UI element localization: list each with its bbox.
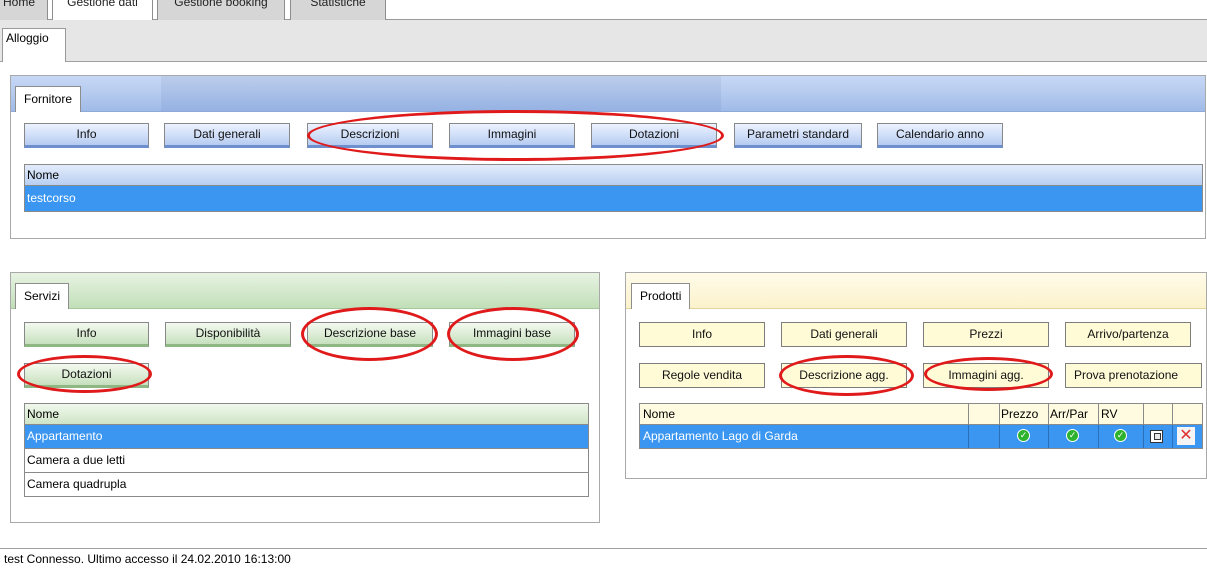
status-text: test Connesso. Ultimo accesso il 24.02.2… bbox=[4, 552, 291, 566]
servizi-header: Servizi bbox=[11, 273, 599, 309]
check-circle-icon: ✓ bbox=[1066, 429, 1079, 442]
column-header-nome: Nome bbox=[643, 407, 676, 421]
fornitore-panel: Fornitore Info Dati generali Descrizioni… bbox=[10, 75, 1206, 239]
column-divider bbox=[1143, 404, 1144, 424]
column-divider bbox=[999, 404, 1000, 424]
prodotti-prova-prenotazione-button[interactable]: Prova prenotazione bbox=[1065, 363, 1202, 388]
tab-label: Fornitore bbox=[24, 92, 73, 106]
prodotti-grid-header[interactable]: Nome Prezzo Arr/Par RV bbox=[639, 403, 1203, 425]
status-bar: test Connesso. Ultimo accesso il 24.02.2… bbox=[0, 548, 1207, 571]
row-nome: Appartamento bbox=[27, 429, 103, 443]
column-header-prezzo: Prezzo bbox=[1001, 407, 1039, 421]
check-circle-icon: ✓ bbox=[1114, 429, 1127, 442]
column-divider bbox=[968, 404, 969, 424]
prodotti-info-button[interactable]: Info bbox=[639, 322, 765, 347]
table-row[interactable]: testcorso bbox=[24, 186, 1203, 212]
tab-label: Servizi bbox=[24, 289, 61, 303]
prodotti-regole-vendita-button[interactable]: Regole vendita bbox=[639, 363, 765, 388]
prodotti-prezzi-button[interactable]: Prezzi bbox=[923, 322, 1049, 347]
fornitore-header: Fornitore bbox=[11, 76, 1205, 112]
column-header-nome: Nome bbox=[27, 168, 60, 182]
fornitore-calendario-anno-button[interactable]: Calendario anno bbox=[877, 123, 1003, 148]
tab-statistiche[interactable]: Statistiche bbox=[290, 0, 386, 20]
table-row[interactable]: Appartamento Lago di Garda ✓ ✓ ✓ ✕ bbox=[639, 425, 1203, 449]
column-divider bbox=[1172, 404, 1173, 424]
tab-gestione-dati[interactable]: Gestione dati bbox=[52, 0, 153, 21]
fornitore-descrizioni-button[interactable]: Descrizioni bbox=[307, 123, 433, 148]
servizi-immagini-base-button[interactable]: Immagini base bbox=[449, 322, 575, 347]
table-row[interactable]: Camera a due letti bbox=[24, 449, 589, 473]
column-header-rv: RV bbox=[1101, 407, 1118, 421]
servizi-disponibilita-button[interactable]: Disponibilità bbox=[165, 322, 291, 347]
fornitore-dati-generali-button[interactable]: Dati generali bbox=[164, 123, 290, 148]
row-nome: Camera a due letti bbox=[27, 453, 126, 467]
tab-label: Home bbox=[2, 0, 35, 9]
prodotti-header: Prodotti bbox=[626, 273, 1206, 309]
table-row[interactable]: Appartamento bbox=[24, 425, 589, 449]
tab-fornitore[interactable]: Fornitore bbox=[15, 86, 82, 112]
column-divider bbox=[1172, 425, 1173, 448]
prodotti-dati-generali-button[interactable]: Dati generali bbox=[781, 322, 907, 347]
tab-label: Gestione booking bbox=[174, 0, 268, 9]
row-nome: testcorso bbox=[27, 191, 76, 205]
fornitore-info-button[interactable]: Info bbox=[24, 123, 149, 148]
column-header-arr-par: Arr/Par bbox=[1050, 407, 1089, 421]
tab-label: Gestione dati bbox=[67, 0, 138, 9]
tab-alloggio[interactable]: Alloggio bbox=[2, 28, 66, 62]
fornitore-parametri-standard-button[interactable]: Parametri standard bbox=[734, 123, 862, 148]
servizi-dotazioni-button[interactable]: Dotazioni bbox=[24, 363, 149, 388]
servizi-grid-header[interactable]: Nome bbox=[24, 403, 589, 425]
column-header-nome: Nome bbox=[27, 407, 60, 421]
column-divider bbox=[1098, 404, 1099, 424]
row-nome: Camera quadrupla bbox=[27, 477, 127, 491]
tab-label: Prodotti bbox=[640, 289, 682, 303]
tab-label: Alloggio bbox=[6, 31, 49, 45]
copy-icon-inner bbox=[1154, 433, 1161, 440]
tab-label: Statistiche bbox=[310, 0, 366, 9]
fornitore-dotazioni-button[interactable]: Dotazioni bbox=[591, 123, 717, 148]
servizi-info-button[interactable]: Info bbox=[24, 322, 149, 347]
row-nome: Appartamento Lago di Garda bbox=[643, 429, 798, 443]
prodotti-arrivo-partenza-button[interactable]: Arrivo/partenza bbox=[1065, 322, 1191, 347]
column-divider bbox=[968, 425, 969, 448]
fornitore-immagini-button[interactable]: Immagini bbox=[449, 123, 575, 148]
prodotti-descrizione-agg-button[interactable]: Descrizione agg. bbox=[781, 363, 907, 388]
column-divider bbox=[1048, 425, 1049, 448]
column-divider bbox=[1143, 425, 1144, 448]
copy-icon[interactable] bbox=[1150, 430, 1163, 443]
tab-prodotti[interactable]: Prodotti bbox=[631, 283, 691, 309]
column-divider bbox=[1048, 404, 1049, 424]
prodotti-immagini-agg-button[interactable]: Immagini agg. bbox=[923, 363, 1049, 388]
tab-servizi[interactable]: Servizi bbox=[15, 283, 70, 309]
sub-tab-bar: Alloggio bbox=[0, 20, 1207, 62]
top-tab-bar: Home Gestione dati Gestione booking Stat… bbox=[0, 0, 1207, 21]
column-divider bbox=[1098, 425, 1099, 448]
servizi-panel: Servizi Info Disponibilità Descrizione b… bbox=[10, 272, 600, 523]
fornitore-grid-header[interactable]: Nome bbox=[24, 164, 1203, 186]
header-shade bbox=[161, 76, 721, 111]
delete-x-icon[interactable]: ✕ bbox=[1177, 427, 1195, 445]
tab-home[interactable]: Home bbox=[0, 0, 48, 20]
column-divider bbox=[999, 425, 1000, 448]
check-circle-icon: ✓ bbox=[1017, 429, 1030, 442]
table-row[interactable]: Camera quadrupla bbox=[24, 473, 589, 497]
prodotti-panel: Prodotti Info Dati generali Prezzi Arriv… bbox=[625, 272, 1207, 479]
tab-gestione-booking[interactable]: Gestione booking bbox=[157, 0, 285, 20]
servizi-descrizione-base-button[interactable]: Descrizione base bbox=[307, 322, 433, 347]
